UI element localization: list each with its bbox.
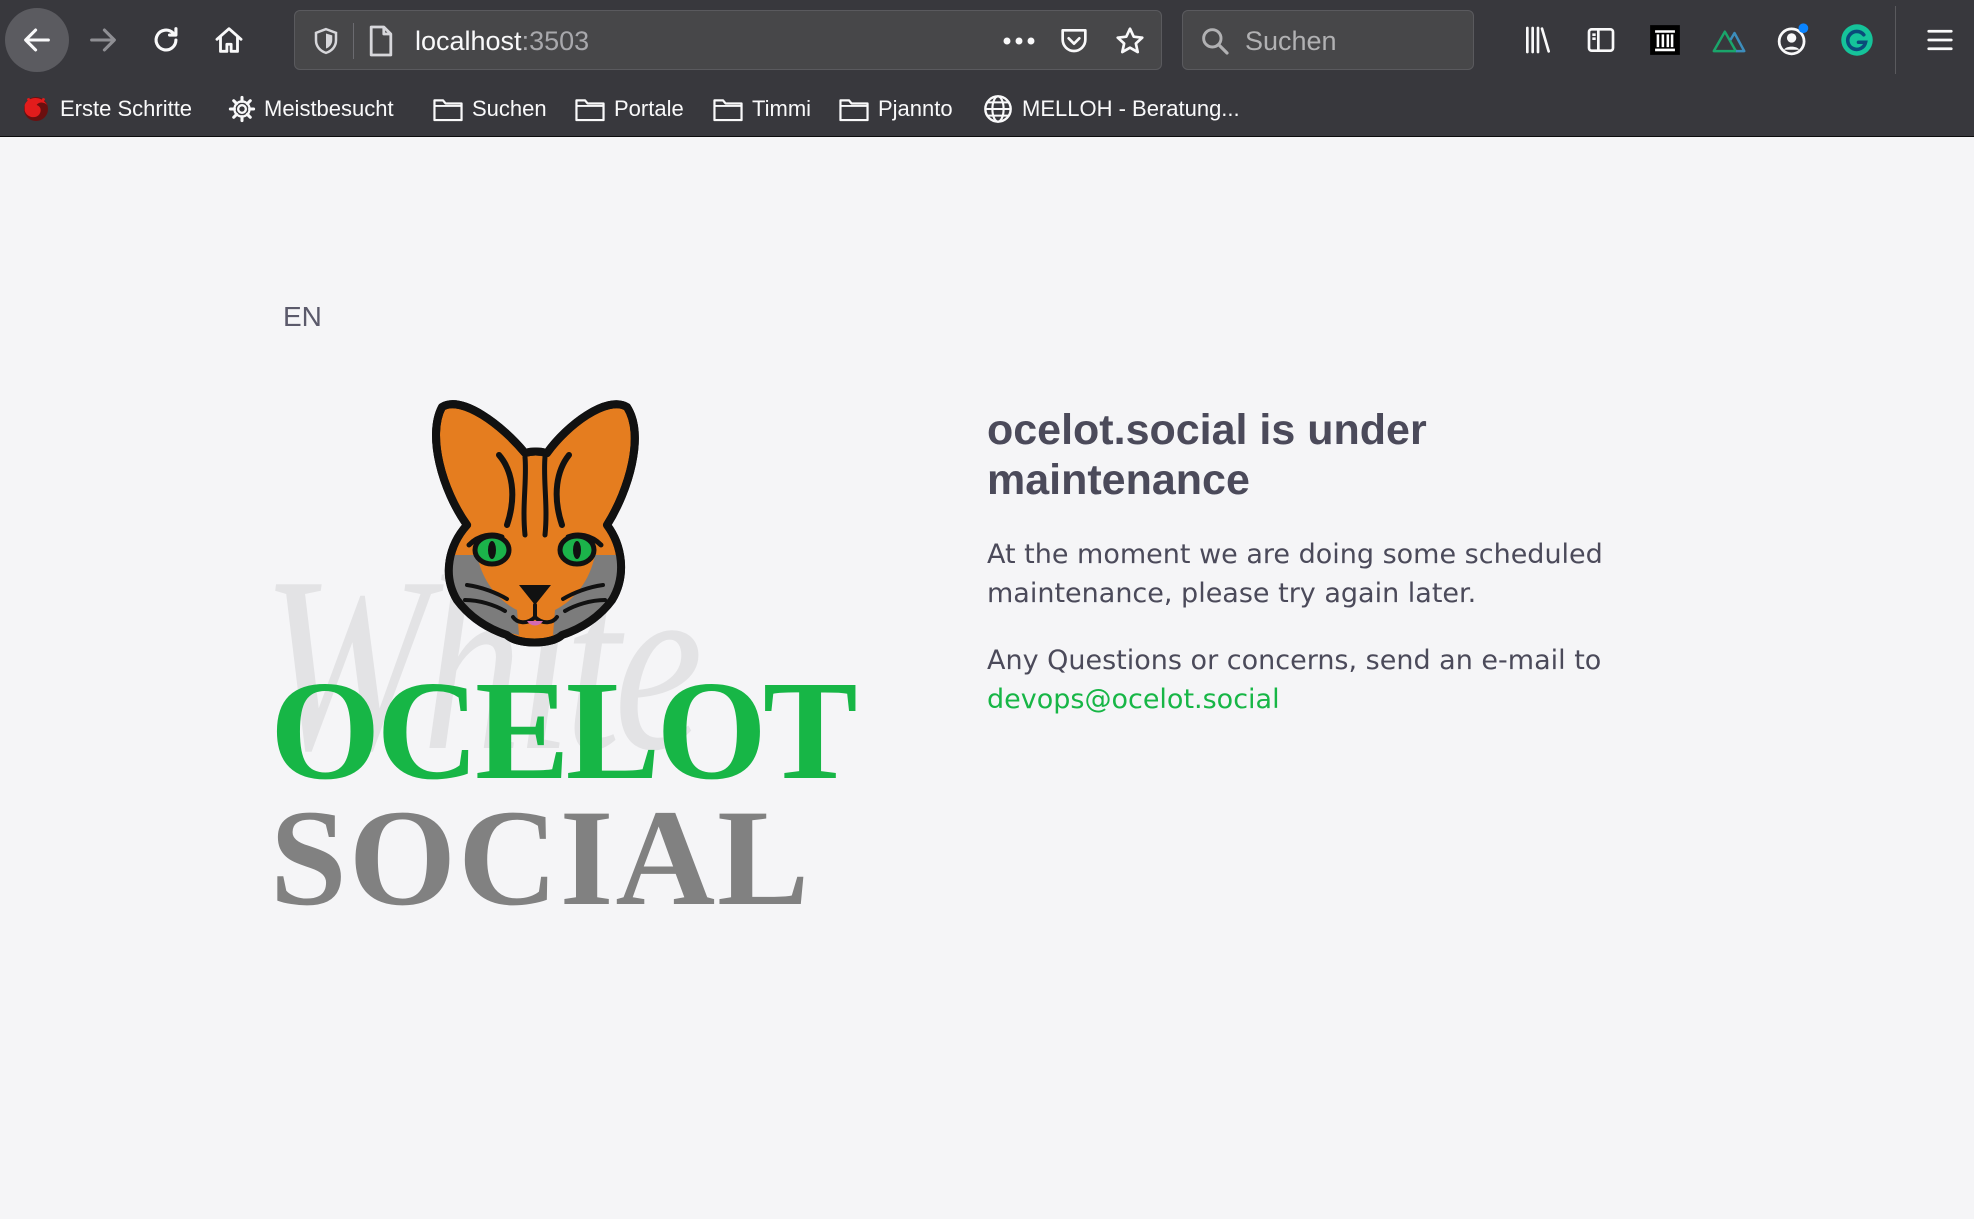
globe-icon	[982, 93, 1014, 125]
bookmark-folder-portale[interactable]: Portale	[574, 88, 684, 130]
hamburger-menu-icon	[1927, 29, 1953, 51]
bookmark-label: Portale	[614, 96, 684, 121]
folder-icon	[432, 95, 464, 123]
user-circle-icon	[1777, 23, 1809, 56]
bookmarks-toolbar: Erste Schritte Meistbesucht Suchen Porta…	[0, 88, 1974, 130]
bookmark-label: MELLOH - Beratung...	[1022, 96, 1240, 121]
bookmark-folder-suchen[interactable]: Suchen	[432, 88, 547, 130]
url-bar[interactable]: localhost:3503	[294, 10, 1162, 70]
logo-ocelot-text: OCELOT	[270, 651, 858, 809]
library-icon	[1526, 26, 1550, 54]
language-switch[interactable]: EN	[283, 301, 322, 333]
page-viewport: EN White OCELOT SOCIAL ocelot.social is …	[0, 137, 1974, 1219]
extension-nuxt-button[interactable]	[1707, 18, 1751, 62]
ocelot-head-icon	[432, 400, 639, 647]
url-text[interactable]: localhost:3503	[415, 23, 589, 59]
sidebar-icon	[1587, 28, 1615, 52]
browser-toolbar: localhost:3503 Suchen	[0, 0, 1974, 82]
menu-button[interactable]	[1918, 18, 1962, 62]
star-icon[interactable]	[1113, 25, 1147, 57]
contact-paragraph: Any Questions or concerns, send an e-mai…	[987, 641, 1627, 719]
shield-icon[interactable]	[311, 25, 341, 57]
sidebar-button[interactable]	[1579, 18, 1623, 62]
home-icon	[215, 27, 243, 53]
more-actions-icon[interactable]	[999, 25, 1039, 57]
folder-icon	[838, 95, 870, 123]
folder-icon	[574, 95, 606, 123]
reload-icon	[154, 27, 178, 52]
maintenance-message: At the moment we are doing some schedule…	[987, 539, 1603, 609]
url-separator	[353, 23, 354, 59]
pocket-icon[interactable]	[1057, 25, 1091, 57]
toolbar-separator	[1895, 6, 1896, 74]
bookmark-folder-pjannto[interactable]: Pjannto	[838, 88, 953, 130]
page-title: ocelot.social is under maintenance	[987, 406, 1427, 504]
contact-email-link[interactable]: devops@ocelot.social	[987, 684, 1280, 715]
bookmark-meistbesucht[interactable]: Meistbesucht	[228, 88, 394, 130]
home-button[interactable]	[197, 8, 261, 72]
maintenance-content: ocelot.social is under maintenance At th…	[987, 405, 1627, 719]
back-button[interactable]	[5, 8, 69, 72]
search-placeholder[interactable]: Suchen	[1245, 23, 1337, 59]
extension-archive-button[interactable]	[1643, 18, 1687, 62]
url-port: :3503	[521, 26, 590, 56]
bookmark-melloh[interactable]: MELLOH - Beratung...	[982, 88, 1240, 130]
logo-social-text: SOCIAL	[270, 781, 812, 934]
search-bar[interactable]: Suchen	[1182, 10, 1474, 70]
reload-button[interactable]	[134, 8, 198, 72]
url-host: localhost	[415, 26, 522, 56]
bookmark-label: Pjannto	[878, 96, 953, 121]
search-icon	[1202, 28, 1229, 55]
bookmark-label: Erste Schritte	[60, 96, 193, 121]
bookmark-erste-schritte[interactable]: Erste Schritte	[20, 88, 192, 130]
browser-chrome: localhost:3503 Suchen Erste Schritte Mei…	[0, 0, 1974, 137]
gear-icon	[228, 95, 256, 123]
contact-text: Any Questions or concerns, send an e-mai…	[987, 645, 1602, 676]
arrow-left-icon	[24, 28, 50, 52]
bookmark-label: Suchen	[472, 96, 547, 121]
bookmark-folder-timmi[interactable]: Timmi	[712, 88, 811, 130]
arrow-right-icon	[90, 28, 116, 52]
library-button[interactable]	[1516, 18, 1560, 62]
mountain-icon	[1712, 30, 1746, 53]
columns-icon	[1650, 25, 1680, 55]
ocelot-social-logo: White OCELOT SOCIAL	[262, 395, 858, 934]
extension-grammarly-button[interactable]	[1835, 18, 1879, 62]
account-button[interactable]	[1771, 18, 1815, 62]
folder-icon	[712, 95, 744, 123]
bookmark-label: Meistbesucht	[264, 96, 394, 121]
forward-button[interactable]	[71, 8, 135, 72]
page-icon[interactable]	[367, 24, 395, 58]
firefox-icon	[20, 93, 52, 125]
grammarly-icon	[1841, 24, 1873, 56]
bookmark-label: Timmi	[752, 96, 812, 121]
